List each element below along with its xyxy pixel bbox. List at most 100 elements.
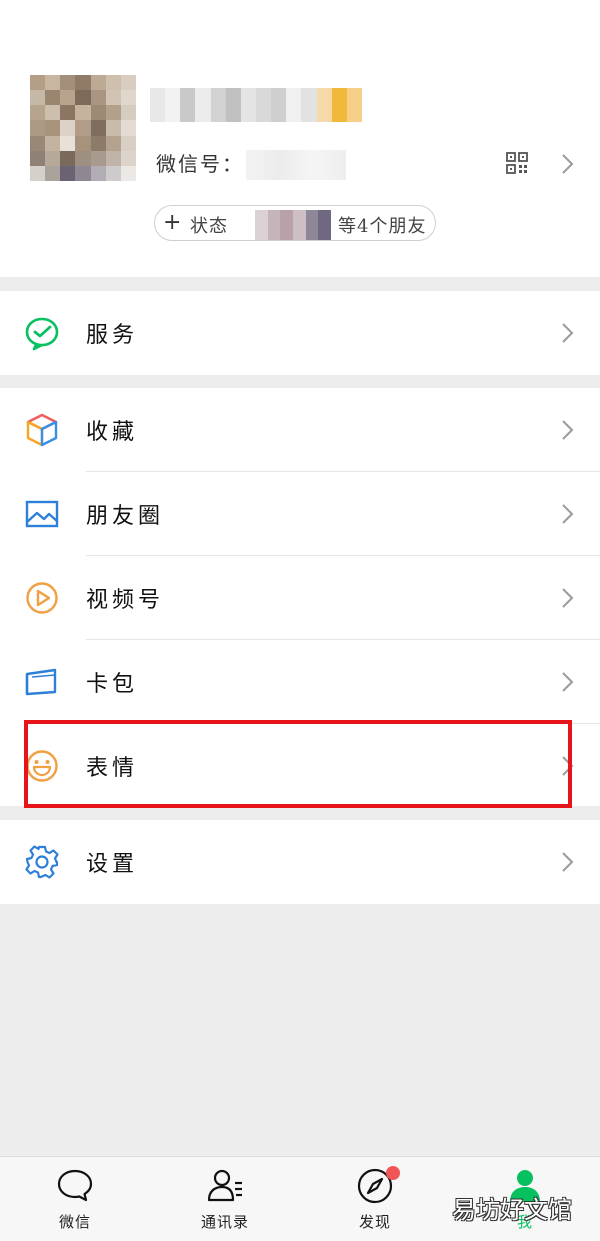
mosaic-block bbox=[90, 120, 106, 136]
mosaic-block bbox=[150, 88, 166, 122]
mosaic-block bbox=[75, 165, 91, 181]
mosaic-block bbox=[105, 165, 121, 181]
mosaic-block bbox=[60, 90, 76, 106]
services-card: 服务 bbox=[0, 291, 600, 375]
mosaic-block bbox=[90, 75, 106, 91]
mosaic-block bbox=[60, 75, 76, 91]
menu-item-cards[interactable]: 卡包 bbox=[0, 640, 600, 724]
tab-label-contacts: 通讯录 bbox=[200, 1213, 249, 1231]
chevron-right-icon bbox=[562, 323, 574, 343]
mosaic-block bbox=[293, 210, 306, 240]
menu-item-channels[interactable]: 视频号 bbox=[0, 556, 600, 640]
tab-discover[interactable]: 发现 bbox=[300, 1157, 450, 1241]
mosaic-block bbox=[30, 90, 46, 106]
tab-label-chats: 微信 bbox=[58, 1213, 91, 1231]
mosaic-block bbox=[105, 135, 121, 151]
mosaic-block bbox=[60, 105, 76, 121]
menu-item-favorites[interactable]: 收藏 bbox=[0, 388, 600, 472]
mosaic-block bbox=[286, 88, 302, 122]
contacts-icon bbox=[207, 1169, 242, 1202]
mosaic-block bbox=[346, 88, 362, 122]
mosaic-block bbox=[30, 165, 46, 181]
mosaic-block bbox=[267, 210, 281, 240]
tab-chats[interactable]: 微信 bbox=[0, 1157, 150, 1241]
menu-label-moments: 朋友圈 bbox=[86, 504, 165, 529]
mosaic-block bbox=[30, 120, 46, 136]
mosaic-block bbox=[60, 120, 76, 136]
mosaic-block bbox=[105, 120, 121, 136]
settings-gear-icon bbox=[25, 845, 59, 879]
mosaic-block bbox=[165, 88, 181, 122]
chat-bubble-icon bbox=[57, 1169, 93, 1202]
mosaic-block bbox=[301, 88, 317, 122]
chevron-right-icon bbox=[562, 852, 574, 872]
mosaic-block bbox=[75, 120, 91, 136]
mosaic-block bbox=[75, 105, 91, 121]
wechat-id-label: 微信号： bbox=[156, 152, 244, 176]
avatar[interactable] bbox=[30, 75, 136, 181]
mosaic-block bbox=[30, 105, 46, 121]
services-icon bbox=[25, 317, 59, 351]
mosaic-block bbox=[105, 105, 121, 121]
wechat-id-blurred bbox=[246, 150, 346, 180]
favorites-cube-icon bbox=[26, 413, 58, 447]
mosaic-block bbox=[45, 105, 61, 121]
chevron-right-icon bbox=[562, 588, 574, 608]
nickname-blurred bbox=[150, 88, 362, 122]
mosaic-block bbox=[318, 210, 332, 240]
mosaic-block bbox=[90, 105, 106, 121]
mosaic-block bbox=[75, 135, 91, 151]
mosaic-block bbox=[30, 150, 46, 166]
menu-label-favorites: 收藏 bbox=[86, 420, 139, 445]
menu-label-channels: 视频号 bbox=[86, 588, 165, 613]
mosaic-block bbox=[255, 88, 272, 122]
mosaic-block bbox=[331, 88, 347, 122]
mosaic-block bbox=[271, 88, 287, 122]
mosaic-block bbox=[60, 165, 76, 181]
mosaic-block bbox=[105, 150, 121, 166]
highlight-box bbox=[24, 720, 572, 808]
mosaic-block bbox=[60, 135, 76, 151]
status-friends-count: 等4个朋友 bbox=[338, 216, 427, 237]
watermark: 易坊好文馆 bbox=[452, 1196, 572, 1224]
tab-label-discover: 发现 bbox=[358, 1213, 391, 1231]
mosaic-block bbox=[255, 210, 268, 240]
menu-label-cards: 卡包 bbox=[86, 672, 139, 697]
mosaic-block bbox=[105, 90, 121, 106]
mosaic-block bbox=[90, 90, 106, 106]
menu-label-services: 服务 bbox=[86, 323, 139, 348]
menu-label-settings: 设置 bbox=[86, 852, 139, 877]
mosaic-block bbox=[225, 88, 241, 122]
discover-notification-badge bbox=[386, 1166, 400, 1180]
plus-icon: + bbox=[163, 210, 182, 235]
chevron-right-icon bbox=[562, 672, 574, 692]
qr-code-icon[interactable] bbox=[506, 152, 528, 174]
chevron-right-icon bbox=[562, 420, 574, 440]
mosaic-block bbox=[120, 165, 136, 181]
friend-avatars-blurred bbox=[255, 210, 332, 240]
chevron-right-icon[interactable] bbox=[560, 153, 574, 175]
mosaic-block bbox=[120, 135, 136, 151]
mosaic-block bbox=[90, 150, 106, 166]
tab-contacts[interactable]: 通讯录 bbox=[150, 1157, 300, 1241]
mosaic-block bbox=[60, 150, 76, 166]
mosaic-block bbox=[45, 150, 61, 166]
mosaic-block bbox=[105, 75, 121, 91]
moments-picture-icon bbox=[25, 500, 59, 528]
mosaic-block bbox=[45, 90, 61, 106]
mosaic-block bbox=[120, 90, 136, 106]
settings-card: 设置 bbox=[0, 820, 600, 904]
mosaic-block bbox=[210, 88, 226, 122]
mosaic-block bbox=[45, 165, 61, 181]
mosaic-block bbox=[45, 135, 61, 151]
menu-item-moments[interactable]: 朋友圈 bbox=[0, 472, 600, 556]
mosaic-block bbox=[30, 75, 46, 91]
mosaic-block bbox=[75, 75, 91, 91]
mosaic-block bbox=[45, 75, 61, 91]
menu-item-settings[interactable]: 设置 bbox=[0, 820, 600, 904]
chevron-right-icon bbox=[562, 504, 574, 524]
menu-item-services[interactable]: 服务 bbox=[0, 291, 600, 375]
mosaic-block bbox=[305, 210, 319, 240]
mosaic-block bbox=[90, 135, 106, 151]
mosaic-block bbox=[75, 90, 91, 106]
